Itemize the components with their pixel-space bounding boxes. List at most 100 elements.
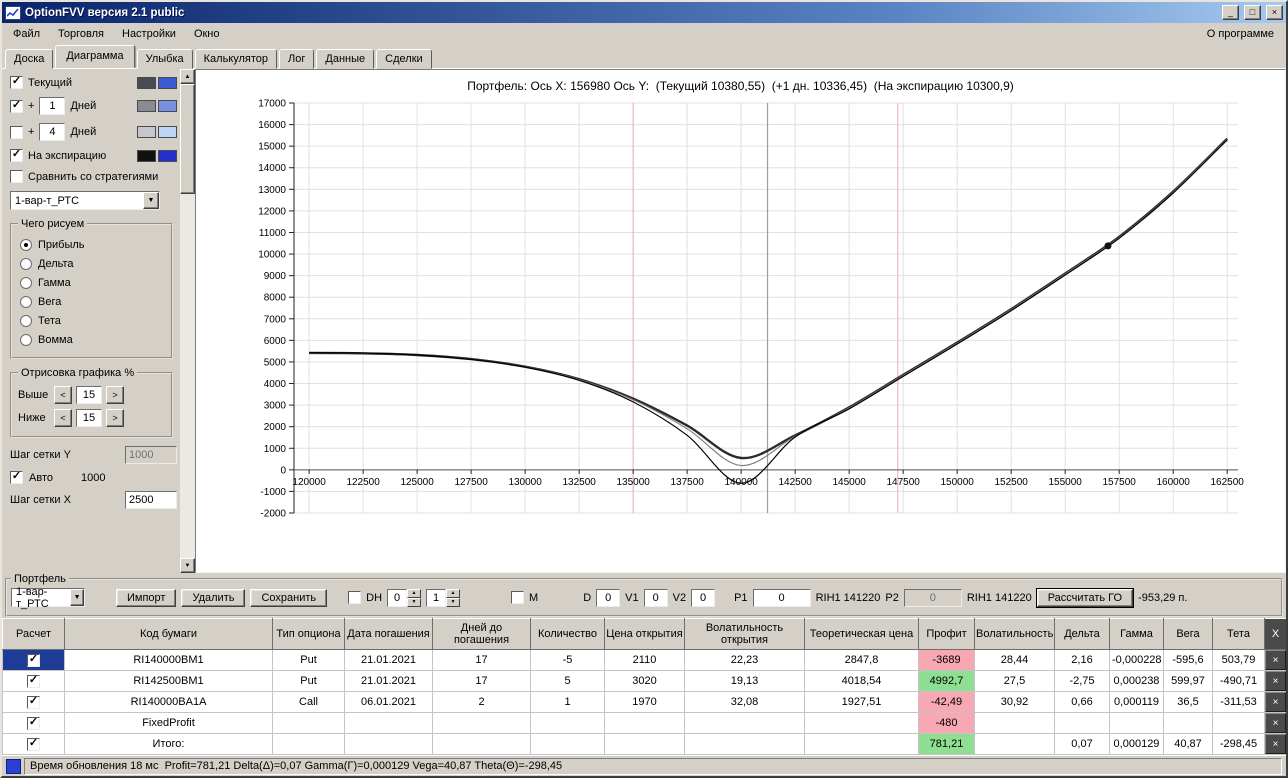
- m-checkbox[interactable]: [511, 591, 524, 604]
- table-row[interactable]: FixedProfit-480×: [3, 713, 1287, 734]
- radio-delta[interactable]: [20, 258, 32, 270]
- below-increase-button[interactable]: >: [106, 409, 124, 427]
- color-swatch[interactable]: [158, 150, 177, 162]
- above-value-input[interactable]: [76, 386, 102, 404]
- v2-input[interactable]: [691, 589, 715, 607]
- color-swatch[interactable]: [137, 150, 156, 162]
- spinner-up-icon[interactable]: ▲: [407, 589, 421, 598]
- radio-gamma[interactable]: [20, 277, 32, 289]
- tab-calculator[interactable]: Калькулятор: [195, 49, 277, 69]
- below-decrease-button[interactable]: <: [54, 409, 72, 427]
- scrollbar-track[interactable]: [180, 84, 195, 558]
- days-4-input[interactable]: [39, 123, 65, 141]
- d-input[interactable]: [596, 589, 620, 607]
- column-header: X: [1265, 619, 1287, 650]
- scrollbar-thumb[interactable]: [180, 84, 195, 194]
- row-calc-checkbox[interactable]: [27, 738, 40, 751]
- grid-step-x-label: Шаг сетки X: [10, 494, 71, 506]
- scroll-up-icon[interactable]: ▲: [180, 69, 195, 84]
- tab-trades[interactable]: Сделки: [376, 49, 432, 69]
- table-cell: 0,66: [1055, 692, 1110, 713]
- close-icon[interactable]: ×: [1266, 5, 1283, 20]
- titlebar[interactable]: OptionFVV версия 2.1 public _ □ ×: [2, 2, 1286, 23]
- dh-spinner-2-value[interactable]: 1: [426, 589, 446, 607]
- row-calc-checkbox[interactable]: [27, 675, 40, 688]
- auto-grid-checkbox[interactable]: [10, 471, 23, 484]
- menu-trading[interactable]: Торговля: [49, 25, 113, 43]
- column-header: Цена открытия: [605, 619, 685, 650]
- portfolio-chart[interactable]: -2000-1000010002000300040005000600070008…: [202, 95, 1280, 535]
- below-value-input[interactable]: [76, 409, 102, 427]
- delete-row-button[interactable]: ×: [1265, 692, 1286, 712]
- delete-row-button[interactable]: ×: [1265, 734, 1286, 754]
- compare-strategies-checkbox[interactable]: [10, 170, 23, 183]
- radio-vega[interactable]: [20, 296, 32, 308]
- plus4-days-checkbox[interactable]: [10, 126, 23, 139]
- sidebar-scrollbar[interactable]: ▲ ▼: [180, 69, 195, 573]
- tab-board[interactable]: Доска: [5, 49, 53, 69]
- table-row[interactable]: RI140000BA1ACall06.01.202121197032,08192…: [3, 692, 1287, 713]
- menu-window[interactable]: Окно: [185, 25, 229, 43]
- delete-row-button[interactable]: ×: [1265, 650, 1286, 670]
- minimize-icon[interactable]: _: [1222, 5, 1239, 20]
- row-calc-checkbox[interactable]: [27, 696, 40, 709]
- maximize-icon[interactable]: □: [1244, 5, 1261, 20]
- menu-settings[interactable]: Настройки: [113, 25, 185, 43]
- v2-label: V2: [673, 592, 686, 604]
- tab-data[interactable]: Данные: [316, 49, 374, 69]
- row-calc-checkbox[interactable]: [27, 654, 40, 667]
- menu-file[interactable]: Файл: [4, 25, 49, 43]
- v1-input[interactable]: [644, 589, 668, 607]
- strategy-select[interactable]: 1-вар-т_РТС ▼: [10, 191, 160, 210]
- color-swatch[interactable]: [158, 100, 177, 112]
- spinner-up-icon[interactable]: ▲: [446, 589, 460, 598]
- dh-spinner-2[interactable]: 1 ▲▼: [426, 589, 460, 607]
- radio-theta-label: Тета: [38, 315, 61, 327]
- table-cell: [975, 734, 1055, 755]
- color-swatch[interactable]: [137, 126, 156, 138]
- column-header: Профит: [919, 619, 975, 650]
- delete-button[interactable]: Удалить: [181, 589, 245, 607]
- row-calc-checkbox[interactable]: [27, 717, 40, 730]
- expiration-checkbox[interactable]: [10, 149, 23, 162]
- color-swatch[interactable]: [137, 100, 156, 112]
- table-row[interactable]: Итого:781,210,070,00012940,87-298,45×: [3, 734, 1287, 755]
- radio-vomma[interactable]: [20, 334, 32, 346]
- calculate-go-button[interactable]: Рассчитать ГО: [1037, 589, 1133, 607]
- portfolio-strategy-value: 1-вар-т_РТС: [16, 586, 70, 610]
- color-swatch[interactable]: [158, 77, 177, 89]
- chevron-down-icon[interactable]: ▼: [70, 589, 84, 606]
- table-row[interactable]: RI142500BM1Put21.01.2021175302019,134018…: [3, 671, 1287, 692]
- dh-spinner-1-value[interactable]: 0: [387, 589, 407, 607]
- plus1-days-checkbox[interactable]: [10, 100, 23, 113]
- portfolio-strategy-select[interactable]: 1-вар-т_РТС ▼: [11, 588, 85, 607]
- color-swatch[interactable]: [137, 77, 156, 89]
- above-increase-button[interactable]: >: [106, 386, 124, 404]
- import-button[interactable]: Импорт: [116, 589, 176, 607]
- tab-smile[interactable]: Улыбка: [137, 49, 193, 69]
- scroll-down-icon[interactable]: ▼: [180, 558, 195, 573]
- chevron-down-icon[interactable]: ▼: [143, 192, 159, 209]
- color-swatch[interactable]: [158, 126, 177, 138]
- table-cell: 36,5: [1164, 692, 1213, 713]
- radio-theta[interactable]: [20, 315, 32, 327]
- menu-about[interactable]: О программе: [1197, 25, 1284, 43]
- dh-spinner-1[interactable]: 0 ▲▼: [387, 589, 421, 607]
- p1-input[interactable]: [753, 589, 811, 607]
- table-cell: [531, 734, 605, 755]
- grid-step-x-input[interactable]: [125, 491, 177, 509]
- tab-diagram[interactable]: Диаграмма: [55, 45, 134, 68]
- tab-log[interactable]: Лог: [279, 49, 314, 69]
- spinner-down-icon[interactable]: ▼: [407, 598, 421, 607]
- svg-text:13000: 13000: [258, 185, 286, 196]
- spinner-down-icon[interactable]: ▼: [446, 598, 460, 607]
- current-series-checkbox[interactable]: [10, 76, 23, 89]
- table-row[interactable]: RI140000BM1Put21.01.202117-5211022,23284…: [3, 650, 1287, 671]
- dh-checkbox[interactable]: [348, 591, 361, 604]
- days-1-input[interactable]: [39, 97, 65, 115]
- delete-row-button[interactable]: ×: [1265, 671, 1286, 691]
- radio-profit[interactable]: [20, 239, 32, 251]
- delete-row-button[interactable]: ×: [1265, 713, 1286, 733]
- above-decrease-button[interactable]: <: [54, 386, 72, 404]
- save-button[interactable]: Сохранить: [250, 589, 327, 607]
